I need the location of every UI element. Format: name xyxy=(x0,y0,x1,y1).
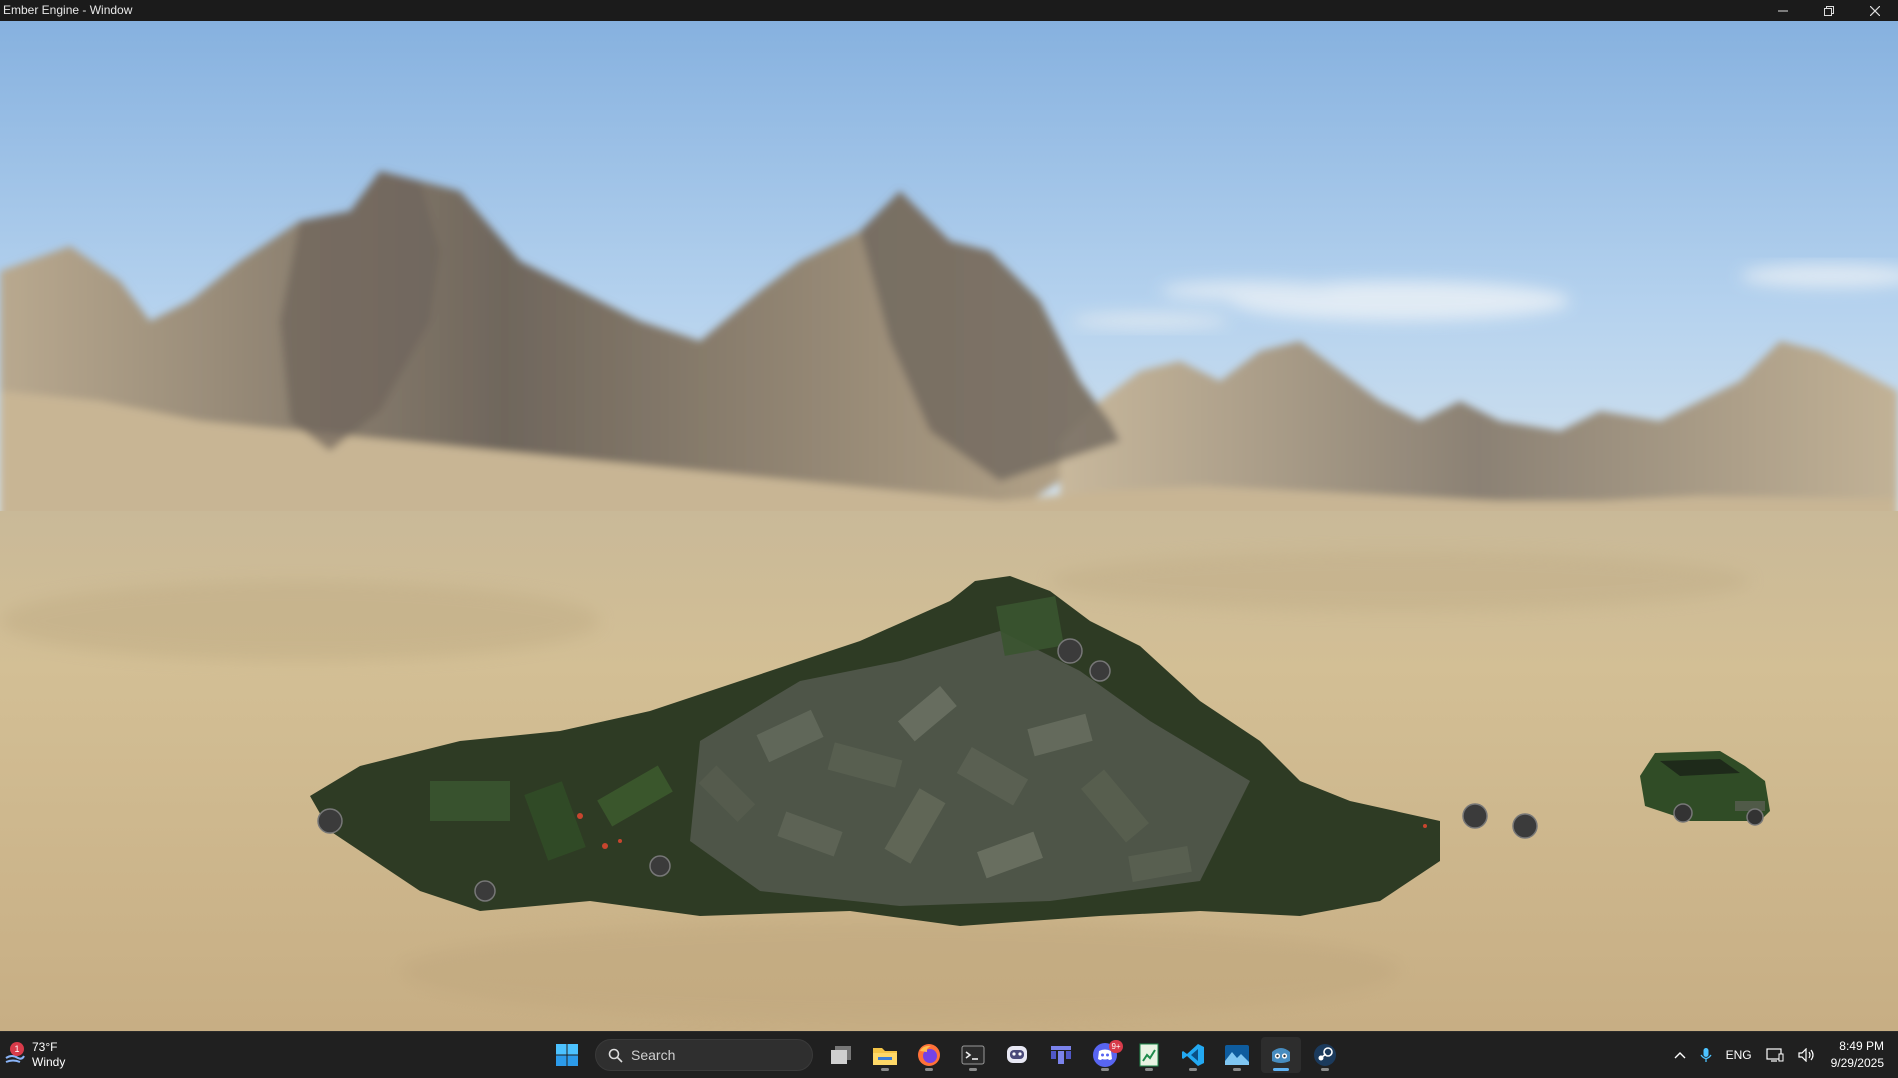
minimize-button[interactable] xyxy=(1760,0,1806,21)
search-placeholder: Search xyxy=(631,1047,676,1063)
spreadsheet-button[interactable] xyxy=(1129,1037,1169,1073)
task-view-icon xyxy=(831,1046,851,1064)
photos-icon xyxy=(1225,1045,1249,1065)
file-explorer-button[interactable] xyxy=(865,1037,905,1073)
chat-bot-icon xyxy=(1007,1046,1027,1063)
microphone-icon xyxy=(1700,1048,1712,1062)
firefox-icon xyxy=(918,1044,940,1066)
start-button[interactable] xyxy=(547,1037,587,1073)
taskbar: 1 73°F Windy Search 9+ ENG 8:49 PM 9/29/… xyxy=(0,1031,1898,1078)
firefox-button[interactable] xyxy=(909,1037,949,1073)
clock[interactable]: 8:49 PM 9/29/2025 xyxy=(1823,1038,1898,1072)
close-icon xyxy=(1870,5,1880,16)
discord-button[interactable]: 9+ xyxy=(1085,1037,1125,1073)
game-engine-button[interactable] xyxy=(1261,1037,1301,1073)
clock-date: 9/29/2025 xyxy=(1830,1056,1884,1070)
photos-button[interactable] xyxy=(1217,1037,1257,1073)
volume-icon xyxy=(1798,1048,1814,1062)
steam-icon xyxy=(1314,1044,1336,1066)
weather-badge: 1 xyxy=(10,1042,24,1056)
task-view-button[interactable] xyxy=(821,1037,861,1073)
network-icon xyxy=(1766,1048,1784,1062)
kanban-icon xyxy=(1051,1046,1071,1064)
search-icon xyxy=(608,1048,623,1063)
minimize-icon xyxy=(1778,10,1788,11)
clock-time: 8:49 PM xyxy=(1839,1039,1884,1053)
file-explorer-icon xyxy=(873,1048,897,1065)
close-button[interactable] xyxy=(1852,0,1898,21)
weather-temp: 73°F xyxy=(32,1040,58,1054)
chevron-up-icon xyxy=(1674,1052,1686,1059)
chat-bot-button[interactable] xyxy=(997,1037,1037,1073)
weather-condition: Windy xyxy=(32,1055,66,1069)
vscode-button[interactable] xyxy=(1173,1037,1213,1073)
microphone-button[interactable] xyxy=(1693,1032,1719,1078)
system-tray: ENG 8:49 PM 9/29/2025 xyxy=(1667,1032,1898,1078)
game-engine-icon xyxy=(1272,1048,1290,1063)
spreadsheet-icon xyxy=(1139,1043,1159,1067)
network-button[interactable] xyxy=(1759,1032,1791,1078)
game-viewport[interactable] xyxy=(0,21,1898,1031)
restore-button[interactable] xyxy=(1806,0,1852,21)
discord-badge: 9+ xyxy=(1109,1040,1123,1053)
start-icon xyxy=(556,1044,578,1066)
weather-widget[interactable]: 1 73°F Windy xyxy=(4,1038,65,1072)
language-indicator[interactable]: ENG xyxy=(1719,1032,1759,1078)
steam-button[interactable] xyxy=(1305,1037,1345,1073)
scene-render xyxy=(0,21,1898,1031)
terminal-icon xyxy=(961,1045,985,1065)
terminal-button[interactable] xyxy=(953,1037,993,1073)
window-titlebar[interactable]: Ember Engine - Window xyxy=(0,0,1898,21)
kanban-button[interactable] xyxy=(1041,1037,1081,1073)
search-input[interactable]: Search xyxy=(595,1039,813,1071)
show-hidden-icons-button[interactable] xyxy=(1667,1032,1693,1078)
weather-icon: 1 xyxy=(4,1042,26,1066)
restore-icon xyxy=(1824,5,1834,16)
window-title: Ember Engine - Window xyxy=(3,3,133,17)
vscode-icon xyxy=(1182,1044,1204,1066)
volume-button[interactable] xyxy=(1791,1032,1823,1078)
